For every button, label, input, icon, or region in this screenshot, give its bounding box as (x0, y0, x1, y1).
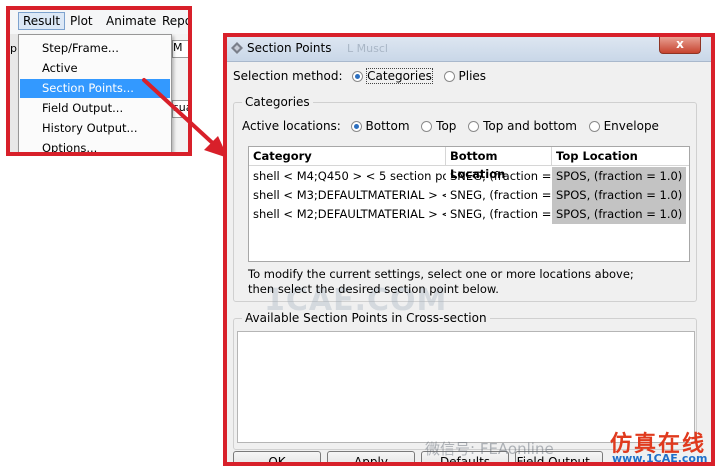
title-bar[interactable]: Section Points L Muscl x (227, 37, 711, 62)
menu-report[interactable]: Repo (162, 14, 188, 28)
group-title: Categories (242, 95, 313, 109)
close-icon: x (676, 37, 684, 51)
close-button[interactable]: x (659, 37, 701, 54)
active-locations-row: Active locations: Bottom Top Top and bot… (242, 119, 667, 133)
ok-button[interactable]: OK (233, 451, 321, 462)
radio-label: Top and bottom (483, 119, 577, 133)
menu-plot[interactable]: Plot (70, 14, 93, 28)
selection-method-row: Selection method: Categories Plies (233, 68, 494, 84)
help-line: To modify the current settings, select o… (248, 267, 634, 281)
selection-method-label: Selection method: (233, 69, 343, 83)
cell-bottom-location[interactable]: SNEG, (fraction = - (446, 167, 552, 186)
cell-category: shell < M3;DEFAULTMATERIAL > < 5 (253, 188, 446, 202)
radio-label: Top (436, 119, 457, 133)
background-text: p (10, 42, 17, 55)
active-locations-label: Active locations: (242, 119, 341, 133)
radio-categories[interactable]: Categories (352, 68, 433, 84)
watermark-wechat: 微信号: FEAonline (425, 440, 554, 458)
dialog-title: Section Points (247, 41, 332, 55)
radio-bottom[interactable]: Bottom (350, 119, 410, 133)
radio-icon (350, 121, 362, 132)
cell-top-location[interactable]: SPOS, (fraction = 1.0) (552, 186, 686, 205)
section-points-dialog: Section Points L Muscl x Selection metho… (223, 33, 715, 466)
apply-button[interactable]: Apply (327, 451, 415, 462)
column-header-top-location[interactable]: Top Location (552, 147, 689, 165)
pointer-arrow-icon (142, 78, 228, 158)
help-line: then select the desired section point be… (248, 282, 499, 296)
radio-icon (352, 71, 364, 82)
background-field: M (172, 40, 188, 58)
cell-top-location[interactable]: SPOS, (fraction = 1.0) (552, 167, 686, 186)
radio-envelope[interactable]: Envelope (588, 119, 659, 133)
cell-category: shell < M2;DEFAULTMATERIAL > < 5 (253, 207, 446, 221)
radio-top-and-bottom[interactable]: Top and bottom (468, 119, 577, 133)
radio-label: Envelope (603, 119, 659, 133)
menu-item-step-frame[interactable]: Step/Frame... (20, 39, 170, 58)
radio-icon (443, 71, 455, 82)
radio-icon (588, 121, 600, 132)
column-header-bottom-location[interactable]: Bottom Location (446, 147, 552, 181)
group-title: Available Section Points in Cross-sectio… (242, 311, 490, 325)
app-icon (231, 42, 243, 54)
categories-group: Categories Active locations: Bottom Top … (233, 95, 697, 318)
table-row[interactable]: shell < M2;DEFAULTMATERIAL > < 5 SNEG, (… (249, 205, 689, 224)
menubar: Result Plot Animate Repo (10, 10, 188, 35)
watermark-url: www.1CAE.com (612, 452, 708, 465)
cell-bottom-location[interactable]: SNEG, (fraction = - (446, 205, 552, 224)
help-text: To modify the current settings, select o… (248, 267, 634, 297)
cell-bottom-location[interactable]: SNEG, (fraction = - (446, 186, 552, 205)
cell-top-location[interactable]: SPOS, (fraction = 1.0) (552, 205, 686, 224)
cell-category: shell < M4;Q450 > < 5 section point (253, 169, 446, 183)
radio-plies[interactable]: Plies (443, 69, 487, 83)
radio-icon (421, 121, 433, 132)
radio-label: Plies (458, 69, 487, 83)
table-row[interactable]: shell < M4;Q450 > < 5 section point SNEG… (249, 167, 689, 186)
radio-icon (468, 121, 480, 132)
table-header: Category Bottom Location Top Location (249, 147, 689, 181)
menu-result[interactable]: Result (18, 12, 66, 30)
column-header-category[interactable]: Category (249, 147, 446, 165)
radio-label: Categories (366, 68, 433, 84)
menu-animate[interactable]: Animate (106, 14, 156, 28)
radio-label: Bottom (365, 119, 410, 133)
locations-table: Category Bottom Location Top Location sh… (248, 146, 690, 262)
radio-top[interactable]: Top (421, 119, 456, 133)
table-row[interactable]: shell < M3;DEFAULTMATERIAL > < 5 SNEG, (… (249, 186, 689, 205)
background-title-text: L Muscl (347, 42, 388, 55)
